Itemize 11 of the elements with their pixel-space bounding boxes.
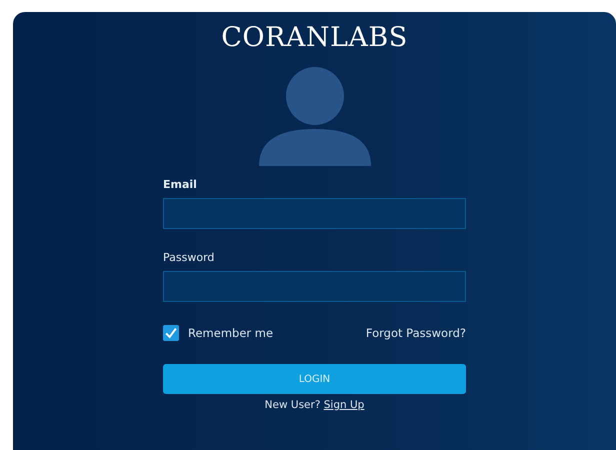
signup-prompt: New User? [264, 399, 320, 411]
checkbox-label: Remember me [188, 326, 274, 340]
field-label: Email [163, 178, 198, 192]
checkbox[interactable] [163, 325, 179, 341]
field-label: Password [163, 251, 216, 265]
input-field[interactable] [163, 271, 466, 302]
forgot-password-link[interactable]: Forgot Password? [366, 326, 466, 340]
sign-up-link[interactable]: Sign Up [324, 399, 364, 411]
user-avatar-icon [258, 66, 370, 166]
brand-title: CORANLABS [221, 21, 408, 55]
input-field[interactable] [163, 198, 466, 229]
